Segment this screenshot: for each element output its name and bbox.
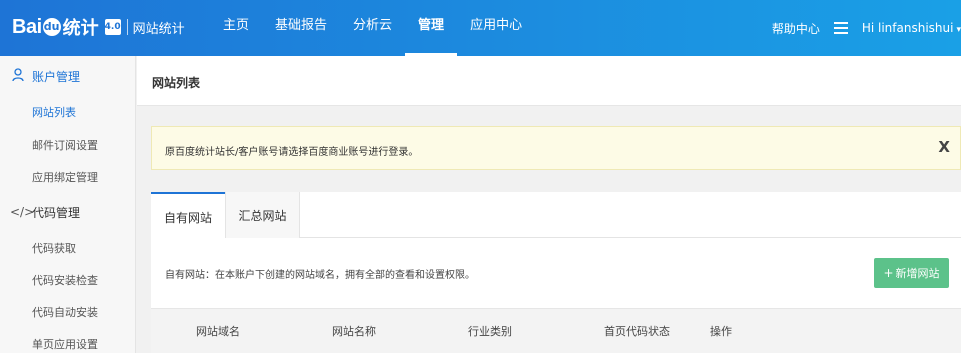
sidebar-item-site-list[interactable]: 网站列表	[32, 104, 76, 120]
add-site-label: 新增网站	[895, 267, 940, 280]
logo-divider	[126, 19, 128, 35]
table-header: 网站域名 网站名称 行业类别 首页代码状态 操作	[151, 308, 961, 353]
sidebar-group-label: 代码管理	[32, 205, 81, 220]
main-nav: 主页 基础报告 分析云 管理 应用中心	[210, 0, 535, 56]
tab-summary-sites[interactable]: 汇总网站	[225, 192, 300, 238]
add-site-button[interactable]: + 新增网站	[874, 258, 949, 288]
sidebar: 账户管理 网站列表 邮件订阅设置 应用绑定管理 </> 代码管理 代码获取 代码…	[0, 56, 136, 353]
sidebar-item-email-subscription[interactable]: 邮件订阅设置	[32, 137, 98, 153]
logo-subtitle: 网站统计	[132, 21, 185, 37]
baidu-tongji-logo[interactable]: Bai du 统计 4.0 网站统计	[12, 12, 185, 42]
logo-bai-text: Bai	[12, 15, 42, 38]
column-header-actions: 操作	[710, 325, 732, 338]
nav-basic-reports[interactable]: 基础报告	[262, 0, 340, 56]
tab-own-sites[interactable]: 自有网站	[151, 192, 225, 239]
top-right-tools: 帮助中心 Hi linfanshishui ▾	[772, 0, 961, 56]
tab-description: 自有网站：在本账户下创建的网站域名，拥有全部的查看和设置权限。	[165, 270, 475, 281]
page-title: 网站列表	[152, 76, 201, 90]
nav-management[interactable]: 管理	[405, 0, 458, 56]
sidebar-item-code-check[interactable]: 代码安装检查	[32, 272, 98, 288]
sidebar-group-label: 账户管理	[32, 69, 81, 84]
logo-paw-icon: du	[42, 18, 61, 36]
version-badge: 4.0	[104, 19, 121, 35]
sidebar-item-get-code[interactable]: 代码获取	[32, 240, 76, 256]
sidebar-item-app-binding[interactable]: 应用绑定管理	[32, 169, 98, 185]
column-header-industry: 行业类别	[468, 325, 512, 338]
notice-alert: 原百度统计站长/客户账号请选择百度商业账号进行登录。 X	[151, 126, 961, 170]
user-icon	[10, 67, 26, 85]
close-icon[interactable]: X	[938, 138, 950, 156]
site-tabs: 自有网站 汇总网站	[151, 192, 961, 239]
sidebar-item-code-auto-install[interactable]: 代码自动安装	[32, 304, 98, 320]
code-icon: </>	[10, 205, 35, 219]
logo-tongji-text: 统计	[62, 18, 99, 39]
alert-message: 原百度统计站长/客户账号请选择百度商业账号进行登录。	[165, 147, 419, 158]
help-center-link[interactable]: 帮助中心	[772, 20, 820, 37]
chevron-down-icon: ▾	[956, 25, 961, 35]
column-header-code-status: 首页代码状态	[604, 325, 670, 338]
top-navigation-bar: Bai du 统计 4.0 网站统计 主页 基础报告 分析云 管理 应用中心 帮…	[0, 0, 961, 56]
nav-home[interactable]: 主页	[210, 0, 262, 56]
plus-icon: +	[883, 266, 894, 280]
column-header-domain: 网站域名	[196, 325, 240, 338]
nav-app-center[interactable]: 应用中心	[457, 0, 535, 56]
site-list-panel: 自有网站 汇总网站 自有网站：在本账户下创建的网站域名，拥有全部的查看和设置权限…	[151, 192, 961, 353]
user-menu[interactable]: Hi linfanshishui ▾	[862, 21, 961, 35]
sidebar-group-code[interactable]: </> 代码管理	[0, 194, 136, 230]
list-icon[interactable]	[833, 22, 848, 34]
page-header: 网站列表	[137, 56, 961, 106]
sidebar-item-spa-settings[interactable]: 单页应用设置	[32, 336, 98, 352]
sidebar-group-account[interactable]: 账户管理	[0, 58, 136, 94]
column-header-site-name: 网站名称	[332, 325, 376, 338]
user-greeting: Hi linfanshishui	[861, 21, 954, 35]
nav-analysis-cloud[interactable]: 分析云	[340, 0, 405, 56]
